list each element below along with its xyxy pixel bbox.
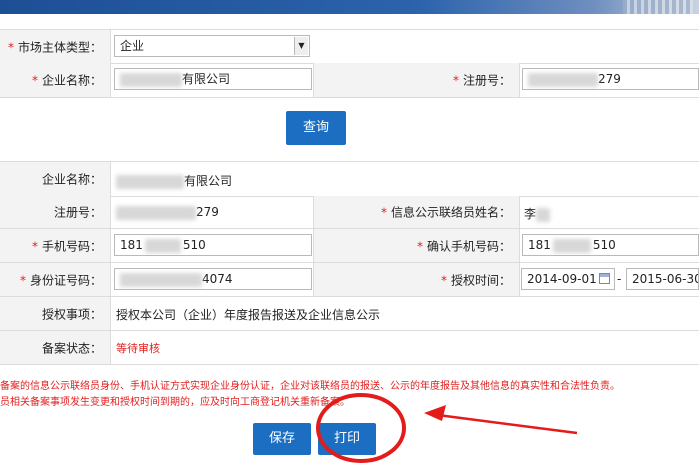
row-phone: * 手机号码： 181 510 * 确认手机号码： 181 510 [0, 229, 699, 263]
phone-suffix: 510 [182, 238, 206, 252]
entity-type-select[interactable]: 企业 ▼ [114, 35, 310, 57]
row-query-company: * 企业名称： 有限公司 * 注册号： 279 [0, 63, 699, 98]
result-reg-no: 279 [116, 205, 219, 220]
auth-end-value: 2015-06-30 [632, 272, 699, 286]
auth-matter-label: 授权事项： [41, 307, 102, 321]
row-result-regno: 注册号： 279 * 信息公示联络员姓名： 李 [0, 196, 699, 229]
confirm-phone-prefix: 181 [528, 238, 551, 252]
confirm-phone-label: 确认手机号码： [426, 239, 511, 253]
row-filing-status: 备案状态： 等待审核 [0, 331, 699, 365]
id-label: 身份证号码： [29, 273, 102, 287]
label-cell: * 信息公示联络员姓名： [313, 196, 520, 228]
id-value: 4074 [202, 272, 233, 286]
id-input[interactable]: 4074 [114, 268, 312, 290]
entity-type-label: 市场主体类型： [17, 40, 102, 54]
contact-name: 李 [524, 205, 551, 222]
row-auth-matter: 授权事项： 授权本公司（企业）年度报告报送及企业信息公示 [0, 297, 699, 331]
result-company-name: 有限公司 [116, 172, 232, 189]
required-mark: * [31, 73, 38, 88]
annotation-arrow-head [424, 405, 446, 421]
filing-status-label: 备案状态： [41, 341, 102, 355]
entity-type-value: 企业 [120, 39, 145, 53]
auth-end-input[interactable]: 2015-06-30 [626, 268, 699, 290]
redacted-text [552, 238, 591, 253]
result-company-name-value: 有限公司 [184, 174, 233, 188]
result-company-name-label: 企业名称： [41, 172, 102, 187]
save-button[interactable]: 保存 [253, 423, 311, 455]
required-mark: * [7, 40, 14, 54]
annotation-arrow [429, 412, 578, 435]
label-cell: 备案状态： [0, 331, 111, 364]
phone-input[interactable]: 181 510 [114, 234, 312, 256]
contact-name-label: 信息公示联络员姓名： [390, 205, 511, 220]
redacted-text [528, 72, 598, 87]
redacted-text [116, 174, 184, 189]
required-mark: * [31, 239, 38, 253]
chevron-down-icon[interactable]: ▼ [294, 37, 308, 55]
auth-start-input[interactable]: 2014-09-01 [521, 268, 615, 290]
notice-line-1: 备案的信息公示联络员身份、手机认证方式实现企业身份认证，企业对该联络员的报送、公… [0, 381, 620, 392]
company-name-input[interactable]: 有限公司 [114, 68, 312, 90]
redacted-text [536, 207, 551, 222]
query-button[interactable]: 查询 [286, 111, 346, 145]
required-mark: * [380, 205, 387, 220]
confirm-phone-suffix: 510 [592, 238, 616, 252]
top-banner [0, 0, 699, 14]
label-cell: * 注册号： [313, 63, 520, 97]
auth-separator: - [617, 272, 622, 286]
reg-no-input[interactable]: 279 [522, 68, 699, 90]
label-cell: * 企业名称： [0, 63, 111, 97]
label-cell: * 市场主体类型： [0, 30, 111, 63]
redacted-text [116, 205, 196, 220]
notice-line-2: 员相关备案事项发生变更和授权时间到期的，应及时向工商登记机关重新备案。 [0, 397, 350, 408]
reg-no-value: 279 [598, 72, 621, 86]
redacted-text [120, 272, 202, 287]
redacted-text [120, 72, 182, 87]
calendar-icon[interactable] [599, 273, 610, 284]
required-mark: * [19, 273, 26, 287]
auth-matter-value: 授权本公司（企业）年度报告报送及企业信息公示 [116, 308, 381, 322]
redacted-text [144, 238, 181, 253]
required-mark: * [416, 239, 423, 253]
label-cell: * 授权时间： [313, 263, 520, 296]
result-reg-no-label: 注册号： [53, 205, 102, 220]
label-cell: 授权事项： [0, 297, 111, 330]
label-cell: * 手机号码： [0, 229, 111, 262]
contact-name-value: 李 [524, 207, 537, 221]
label-cell: 注册号： [0, 196, 111, 228]
row-result-company: 企业名称： 有限公司 [0, 161, 699, 197]
phone-label: 手机号码： [41, 239, 102, 253]
required-mark: * [452, 73, 459, 88]
required-mark: * [440, 273, 447, 287]
company-name-value: 有限公司 [182, 72, 231, 86]
company-name-label: 企业名称： [41, 73, 102, 88]
phone-prefix: 181 [120, 238, 143, 252]
confirm-phone-input[interactable]: 181 510 [522, 234, 699, 256]
label-cell: * 身份证号码： [0, 263, 111, 296]
print-button[interactable]: 打印 [318, 423, 376, 455]
auth-start-value: 2014-09-01 [527, 272, 597, 286]
row-id-auth: * 身份证号码： 4074 * 授权时间： 2014-09-01 - 2015-06… [0, 263, 699, 297]
banner-building-graphic [623, 0, 693, 14]
filing-status-badge: 等待审核 [116, 342, 160, 355]
reg-no-label: 注册号： [462, 73, 511, 88]
label-cell: 企业名称： [0, 162, 111, 196]
result-reg-no-value: 279 [196, 205, 219, 219]
auth-time-label: 授权时间： [450, 273, 511, 287]
row-entity-type: * 市场主体类型： 企业 ▼ [0, 29, 699, 64]
label-cell: * 确认手机号码： [313, 229, 520, 262]
